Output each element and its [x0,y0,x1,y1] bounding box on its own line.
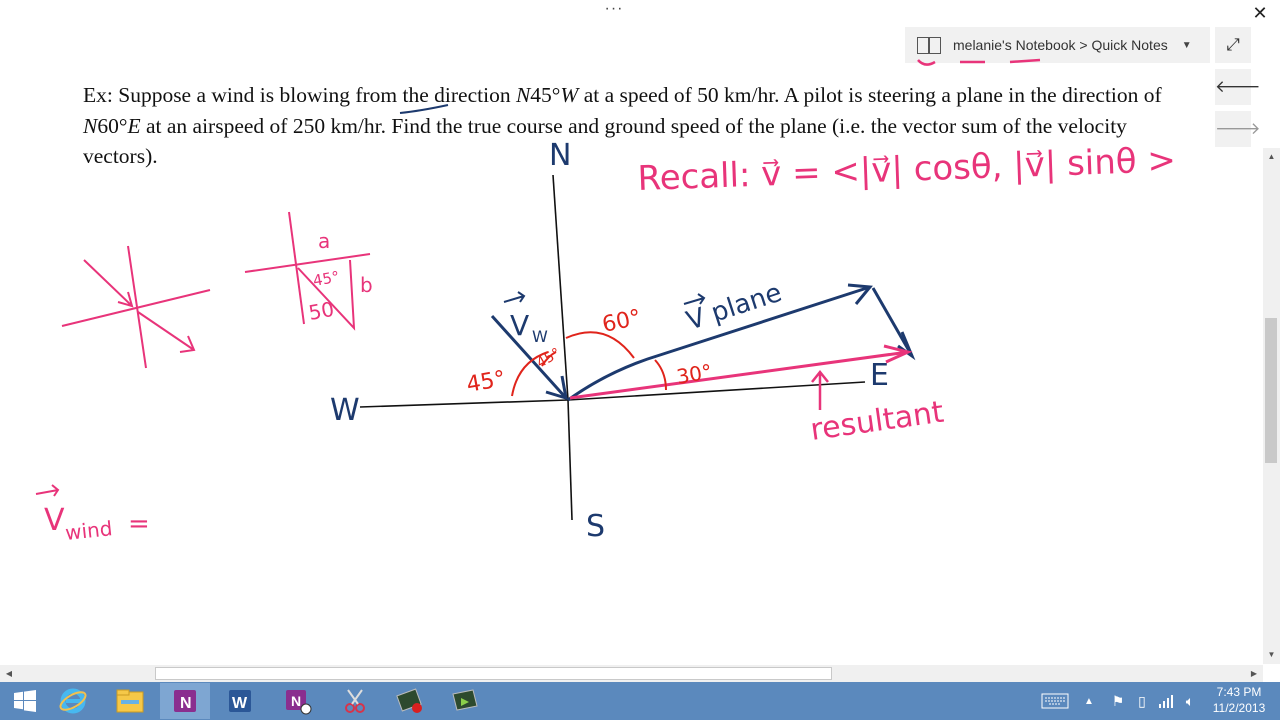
partial-scribble [917,58,1041,66]
svg-text:N: N [291,693,301,709]
clock-date: 11/2/2013 [1212,701,1266,715]
south-axis [567,399,573,521]
vertical-scrollbar-thumb[interactable] [1265,318,1277,463]
system-clock[interactable]: 7:43 PM 11/2/2013 [1200,684,1278,718]
recorder-icon[interactable] [385,683,435,719]
horizontal-scrollbar-thumb[interactable] [155,667,832,680]
angle-30-label: 30° [675,359,714,389]
v-wind-subscript: wind [64,516,114,545]
triangle-axis-vertical [288,211,305,325]
network-icon[interactable] [1156,682,1176,720]
resultant-label: resultant [808,395,946,448]
taskbar: N W N ▲ ⚑ ▯ 🔈︎ 7:43 PM 11/2/2013 [0,682,1280,720]
triangle-hypotenuse-label: 50 [307,297,336,325]
windows-logo-icon[interactable] [0,683,50,719]
flag-icon[interactable]: ⚑ [1108,682,1128,720]
power-icon[interactable]: ▯ [1132,682,1152,720]
word-icon[interactable]: W [215,683,265,719]
resultant-pointer-arrow [811,369,829,410]
plane-vector-overarrow [683,293,706,305]
onenote-clip-icon[interactable]: N [273,683,323,719]
west-axis [359,399,569,408]
scissors-icon[interactable] [330,683,380,719]
v-wind-overarrow [35,484,60,497]
from-underline [399,104,449,114]
scroll-down-icon[interactable]: ▼ [1263,648,1280,662]
keyboard-icon[interactable] [1038,682,1072,720]
south-label: S [586,509,605,544]
sketch-vector-2-arrowhead [179,335,196,353]
angle-60-label: 60° [600,305,643,338]
horizontal-scrollbar[interactable]: ◀ ▶ [0,665,1263,682]
volume-icon[interactable]: 🔈︎ [1180,682,1200,720]
folder-icon[interactable] [105,683,155,719]
plane-vector-label: V plane [683,278,786,337]
camtasia-icon[interactable] [440,683,490,719]
north-label: N [549,138,571,173]
triangle-label-b: b [360,273,373,297]
east-label: E [870,358,889,393]
wind-vector-overarrow [503,291,526,303]
resultant-vector [569,350,909,400]
show-hidden-icon[interactable]: ▲ [1080,682,1098,720]
vertical-scrollbar[interactable]: ▲ ▼ [1263,148,1280,664]
handwritten-diagram: Recall: v⃗ = <|v⃗| cosθ, |v⃗| sinθ > N S… [35,58,1177,545]
note-canvas[interactable]: ··· ✕ melanie's Notebook > Quick Notes ▼… [0,0,1280,720]
scroll-up-icon[interactable]: ▲ [1263,150,1280,164]
sketch-vector-1 [83,259,133,307]
v-wind-equals: = [128,509,150,539]
recall-formula: Recall: v⃗ = <|v⃗| cosθ, |v⃗| sinθ > [637,140,1177,199]
ie-icon[interactable] [48,683,98,719]
scroll-right-icon[interactable]: ▶ [1247,665,1261,682]
svg-text:W: W [232,695,248,712]
triangle-angle-label: 45° [312,268,341,290]
triangle-label-a: a [318,229,330,253]
svg-text:N: N [180,695,192,712]
onenote-icon[interactable]: N [160,683,210,719]
wind-vector-subscript: W [532,327,548,346]
angle-arc-60 [565,331,635,359]
clock-time: 7:43 PM [1216,685,1262,699]
sketch-vector-2 [137,311,195,351]
angle-45-outer-label: 45° [465,367,508,398]
wind-vector-label: V [510,309,529,342]
north-axis [552,174,569,401]
west-label: W [330,393,360,428]
v-wind-label: V [44,503,65,538]
scroll-left-icon[interactable]: ◀ [2,665,16,682]
